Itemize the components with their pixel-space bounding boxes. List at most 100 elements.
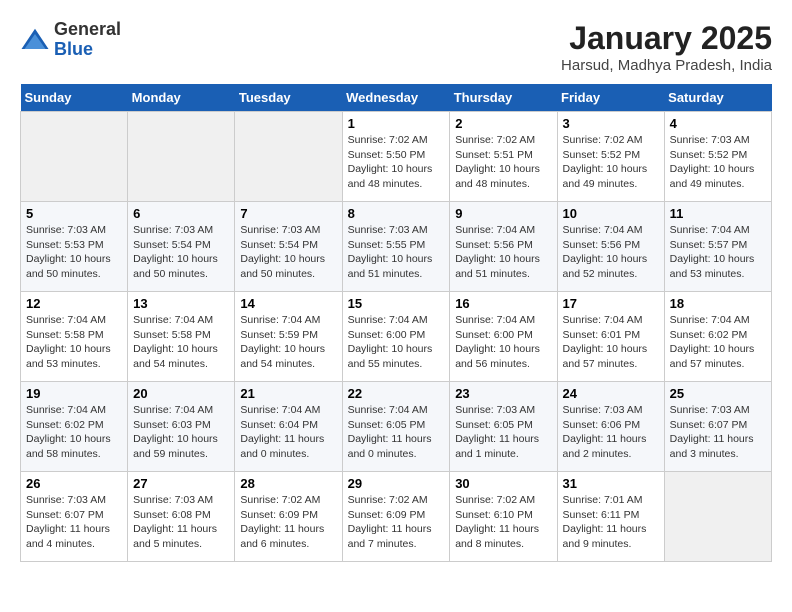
- day-info: Sunrise: 7:04 AM Sunset: 5:57 PM Dayligh…: [670, 223, 766, 282]
- day-number: 20: [133, 386, 229, 401]
- day-info: Sunrise: 7:02 AM Sunset: 5:51 PM Dayligh…: [455, 133, 551, 192]
- calendar-week-row: 12 Sunrise: 7:04 AM Sunset: 5:58 PM Dayli…: [21, 292, 772, 382]
- day-info: Sunrise: 7:03 AM Sunset: 5:52 PM Dayligh…: [670, 133, 766, 192]
- day-number: 11: [670, 206, 766, 221]
- calendar-day-cell: 1 Sunrise: 7:02 AM Sunset: 5:50 PM Daylig…: [342, 112, 450, 202]
- day-info: Sunrise: 7:03 AM Sunset: 6:08 PM Dayligh…: [133, 493, 229, 552]
- day-info: Sunrise: 7:04 AM Sunset: 5:56 PM Dayligh…: [563, 223, 659, 282]
- calendar-title: January 2025: [561, 20, 772, 57]
- calendar-week-row: 26Sunrise: 7:03 AM Sunset: 6:07 PM Dayli…: [21, 472, 772, 562]
- day-info: Sunrise: 7:03 AM Sunset: 6:07 PM Dayligh…: [670, 403, 766, 462]
- day-info: Sunrise: 7:03 AM Sunset: 5:55 PM Dayligh…: [348, 223, 445, 282]
- day-number: 14: [240, 296, 336, 311]
- day-number: 3: [563, 116, 659, 131]
- calendar-day-cell: 18Sunrise: 7:04 AM Sunset: 6:02 PM Dayli…: [664, 292, 771, 382]
- calendar-week-row: 1 Sunrise: 7:02 AM Sunset: 5:50 PM Daylig…: [21, 112, 772, 202]
- day-number: 18: [670, 296, 766, 311]
- day-info: Sunrise: 7:04 AM Sunset: 5:56 PM Dayligh…: [455, 223, 551, 282]
- day-info: Sunrise: 7:04 AM Sunset: 5:58 PM Dayligh…: [133, 313, 229, 372]
- day-info: Sunrise: 7:04 AM Sunset: 6:04 PM Dayligh…: [240, 403, 336, 462]
- calendar-day-cell: [664, 472, 771, 562]
- day-number: 16: [455, 296, 551, 311]
- day-info: Sunrise: 7:04 AM Sunset: 6:00 PM Dayligh…: [455, 313, 551, 372]
- title-block: January 2025 Harsud, Madhya Pradesh, Ind…: [561, 20, 772, 74]
- calendar-day-cell: 27Sunrise: 7:03 AM Sunset: 6:08 PM Dayli…: [128, 472, 235, 562]
- logo-blue: Blue: [54, 40, 121, 60]
- logo-general: General: [54, 20, 121, 40]
- day-number: 29: [348, 476, 445, 491]
- calendar-week-row: 5 Sunrise: 7:03 AM Sunset: 5:53 PM Daylig…: [21, 202, 772, 292]
- logo: General Blue: [20, 20, 121, 60]
- day-number: 2: [455, 116, 551, 131]
- day-info: Sunrise: 7:02 AM Sunset: 6:10 PM Dayligh…: [455, 493, 551, 552]
- day-number: 1: [348, 116, 445, 131]
- calendar-day-cell: 23Sunrise: 7:03 AM Sunset: 6:05 PM Dayli…: [450, 382, 557, 472]
- logo-icon: [20, 25, 50, 55]
- day-info: Sunrise: 7:03 AM Sunset: 5:53 PM Dayligh…: [26, 223, 122, 282]
- day-number: 26: [26, 476, 122, 491]
- day-number: 19: [26, 386, 122, 401]
- calendar-day-cell: 26Sunrise: 7:03 AM Sunset: 6:07 PM Dayli…: [21, 472, 128, 562]
- day-number: 30: [455, 476, 551, 491]
- calendar-day-cell: 3 Sunrise: 7:02 AM Sunset: 5:52 PM Daylig…: [557, 112, 664, 202]
- day-info: Sunrise: 7:03 AM Sunset: 6:05 PM Dayligh…: [455, 403, 551, 462]
- calendar-table: SundayMondayTuesdayWednesdayThursdayFrid…: [20, 84, 772, 562]
- day-info: Sunrise: 7:04 AM Sunset: 5:58 PM Dayligh…: [26, 313, 122, 372]
- calendar-day-cell: 14Sunrise: 7:04 AM Sunset: 5:59 PM Dayli…: [235, 292, 342, 382]
- day-number: 6: [133, 206, 229, 221]
- calendar-day-cell: 12 Sunrise: 7:04 AM Sunset: 5:58 PM Dayli…: [21, 292, 128, 382]
- calendar-day-cell: 7Sunrise: 7:03 AM Sunset: 5:54 PM Daylig…: [235, 202, 342, 292]
- day-number: 9: [455, 206, 551, 221]
- day-info: Sunrise: 7:02 AM Sunset: 5:52 PM Dayligh…: [563, 133, 659, 192]
- calendar-day-cell: 5 Sunrise: 7:03 AM Sunset: 5:53 PM Daylig…: [21, 202, 128, 292]
- calendar-day-cell: 25 Sunrise: 7:03 AM Sunset: 6:07 PM Dayli…: [664, 382, 771, 472]
- calendar-subtitle: Harsud, Madhya Pradesh, India: [561, 57, 772, 74]
- calendar-day-cell: 28 Sunrise: 7:02 AM Sunset: 6:09 PM Dayli…: [235, 472, 342, 562]
- day-info: Sunrise: 7:04 AM Sunset: 6:05 PM Dayligh…: [348, 403, 445, 462]
- weekday-header-row: SundayMondayTuesdayWednesdayThursdayFrid…: [21, 84, 772, 112]
- calendar-day-cell: 6Sunrise: 7:03 AM Sunset: 5:54 PM Daylig…: [128, 202, 235, 292]
- calendar-day-cell: [235, 112, 342, 202]
- calendar-day-cell: 31 Sunrise: 7:01 AM Sunset: 6:11 PM Dayli…: [557, 472, 664, 562]
- calendar-day-cell: 19 Sunrise: 7:04 AM Sunset: 6:02 PM Dayli…: [21, 382, 128, 472]
- day-info: Sunrise: 7:02 AM Sunset: 5:50 PM Dayligh…: [348, 133, 445, 192]
- calendar-day-cell: 16 Sunrise: 7:04 AM Sunset: 6:00 PM Dayli…: [450, 292, 557, 382]
- day-info: Sunrise: 7:01 AM Sunset: 6:11 PM Dayligh…: [563, 493, 659, 552]
- calendar-day-cell: 10 Sunrise: 7:04 AM Sunset: 5:56 PM Dayli…: [557, 202, 664, 292]
- calendar-day-cell: 2 Sunrise: 7:02 AM Sunset: 5:51 PM Daylig…: [450, 112, 557, 202]
- day-number: 28: [240, 476, 336, 491]
- logo-text: General Blue: [54, 20, 121, 60]
- day-info: Sunrise: 7:04 AM Sunset: 6:01 PM Dayligh…: [563, 313, 659, 372]
- weekday-header: Friday: [557, 84, 664, 112]
- calendar-day-cell: 11 Sunrise: 7:04 AM Sunset: 5:57 PM Dayli…: [664, 202, 771, 292]
- day-info: Sunrise: 7:03 AM Sunset: 5:54 PM Dayligh…: [240, 223, 336, 282]
- day-number: 25: [670, 386, 766, 401]
- weekday-header: Saturday: [664, 84, 771, 112]
- day-number: 12: [26, 296, 122, 311]
- calendar-day-cell: 21Sunrise: 7:04 AM Sunset: 6:04 PM Dayli…: [235, 382, 342, 472]
- calendar-day-cell: 15Sunrise: 7:04 AM Sunset: 6:00 PM Dayli…: [342, 292, 450, 382]
- weekday-header: Tuesday: [235, 84, 342, 112]
- calendar-day-cell: 17 Sunrise: 7:04 AM Sunset: 6:01 PM Dayli…: [557, 292, 664, 382]
- calendar-day-cell: 8Sunrise: 7:03 AM Sunset: 5:55 PM Daylig…: [342, 202, 450, 292]
- calendar-day-cell: 9 Sunrise: 7:04 AM Sunset: 5:56 PM Daylig…: [450, 202, 557, 292]
- calendar-week-row: 19 Sunrise: 7:04 AM Sunset: 6:02 PM Dayli…: [21, 382, 772, 472]
- day-number: 4: [670, 116, 766, 131]
- day-info: Sunrise: 7:02 AM Sunset: 6:09 PM Dayligh…: [348, 493, 445, 552]
- day-info: Sunrise: 7:03 AM Sunset: 6:06 PM Dayligh…: [563, 403, 659, 462]
- calendar-day-cell: 22Sunrise: 7:04 AM Sunset: 6:05 PM Dayli…: [342, 382, 450, 472]
- calendar-day-cell: 30 Sunrise: 7:02 AM Sunset: 6:10 PM Dayli…: [450, 472, 557, 562]
- day-number: 17: [563, 296, 659, 311]
- day-info: Sunrise: 7:02 AM Sunset: 6:09 PM Dayligh…: [240, 493, 336, 552]
- weekday-header: Sunday: [21, 84, 128, 112]
- day-number: 24: [563, 386, 659, 401]
- day-info: Sunrise: 7:04 AM Sunset: 6:02 PM Dayligh…: [26, 403, 122, 462]
- calendar-day-cell: 20 Sunrise: 7:04 AM Sunset: 6:03 PM Dayli…: [128, 382, 235, 472]
- day-number: 13: [133, 296, 229, 311]
- day-number: 31: [563, 476, 659, 491]
- day-info: Sunrise: 7:04 AM Sunset: 6:03 PM Dayligh…: [133, 403, 229, 462]
- day-number: 10: [563, 206, 659, 221]
- day-number: 5: [26, 206, 122, 221]
- calendar-day-cell: [21, 112, 128, 202]
- calendar-day-cell: [128, 112, 235, 202]
